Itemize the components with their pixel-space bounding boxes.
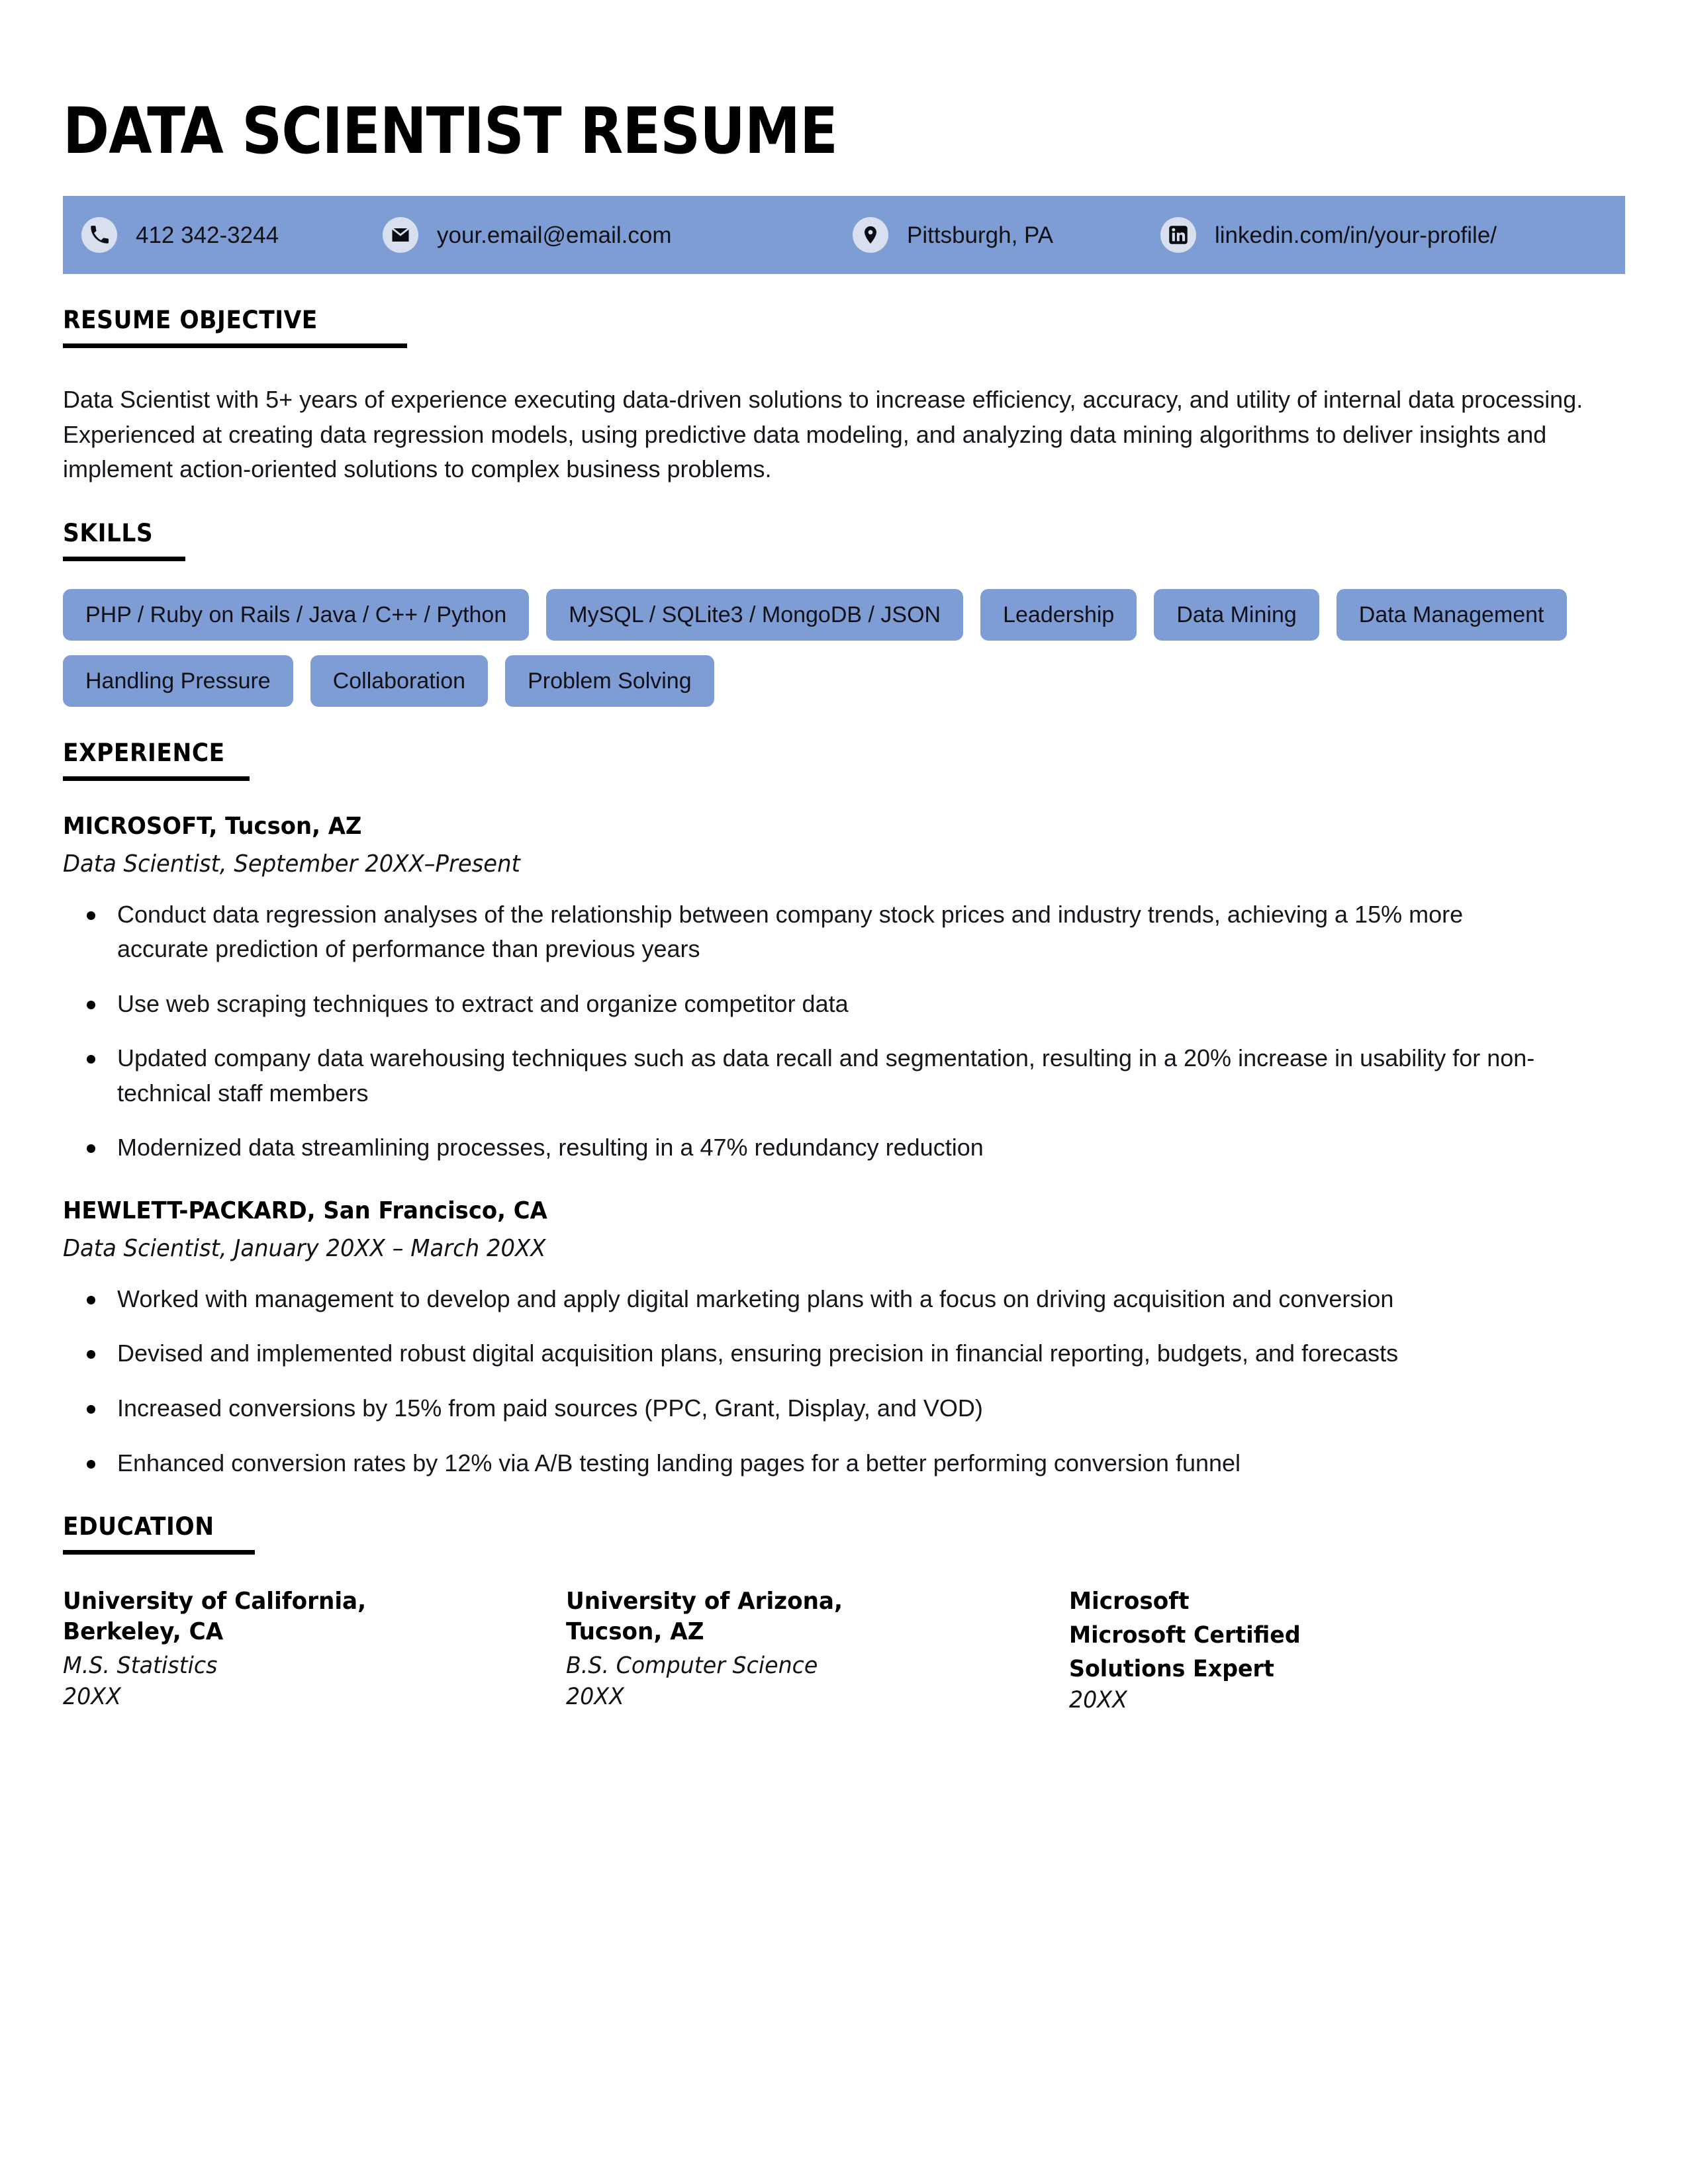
section-objective: RESUME OBJECTIVE Data Scientist with 5+ … xyxy=(63,306,1625,487)
contact-item-phone[interactable]: 412 342-3244 xyxy=(81,217,383,253)
envelope-icon xyxy=(383,217,418,253)
section-rule-experience xyxy=(63,776,250,781)
education-degree-line: Microsoft Certified xyxy=(1069,1622,1301,1649)
job-bullet-list: Conduct data regression analyses of the … xyxy=(63,897,1625,1165)
section-rule-skills xyxy=(63,556,185,561)
education-year: 20XX xyxy=(566,1684,624,1711)
section-heading-education: EDUCATION xyxy=(63,1512,214,1541)
education-degree-line: Solutions Expert xyxy=(1069,1655,1274,1682)
skills-tag-list: PHP / Ruby on Rails / Java / C++ / Pytho… xyxy=(63,588,1632,707)
contact-text-email: your.email@email.com xyxy=(437,222,672,248)
contact-item-email[interactable]: your.email@email.com xyxy=(383,217,853,253)
job-company: MICROSOFT, Tucson, AZ xyxy=(63,812,362,840)
map-pin-icon xyxy=(853,217,888,253)
education-entry: University of California, Berkeley, CA M… xyxy=(63,1586,566,1715)
education-school-line: University of California, xyxy=(63,1588,367,1615)
skill-tag: MySQL / SQLite3 / MongoDB / JSON xyxy=(546,588,964,641)
skill-tag: PHP / Ruby on Rails / Java / C++ / Pytho… xyxy=(63,588,530,641)
section-education: EDUCATION University of California, Berk… xyxy=(63,1512,1625,1715)
job-title-dates: Data Scientist, January 20XX – March 20X… xyxy=(63,1234,546,1262)
job-title-dates: Data Scientist, September 20XX–Present xyxy=(63,850,520,878)
contact-text-phone: 412 342-3244 xyxy=(136,222,279,248)
contact-bar: 412 342-3244 your.email@email.com Pittsb… xyxy=(63,196,1625,274)
education-school-line: University of Arizona, xyxy=(566,1588,843,1615)
resume-page: DATA SCIENTIST RESUME 412 342-3244 your.… xyxy=(0,0,1688,2184)
job-bullet: Conduct data regression analyses of the … xyxy=(63,897,1539,967)
section-heading-experience: EXPERIENCE xyxy=(63,738,225,767)
job-bullet: Modernized data streamlining processes, … xyxy=(63,1130,1539,1165)
contact-item-location[interactable]: Pittsburgh, PA xyxy=(853,217,1160,253)
section-heading-objective: RESUME OBJECTIVE xyxy=(63,306,318,334)
section-experience: EXPERIENCE MICROSOFT, Tucson, AZ Data Sc… xyxy=(63,739,1625,1480)
contact-text-linkedin: linkedin.com/in/your-profile/ xyxy=(1215,222,1497,248)
education-school-line: Tucson, AZ xyxy=(566,1618,704,1646)
skill-tag: Data Management xyxy=(1336,588,1567,641)
section-skills: SKILLS PHP / Ruby on Rails / Java / C++ … xyxy=(63,519,1625,707)
section-heading-skills: SKILLS xyxy=(63,518,154,547)
experience-entry: HEWLETT-PACKARD, San Francisco, CA Data … xyxy=(63,1197,1625,1480)
experience-entry: MICROSOFT, Tucson, AZ Data Scientist, Se… xyxy=(63,813,1625,1165)
section-rule-objective xyxy=(63,343,407,348)
job-bullet: Increased conversions by 15% from paid s… xyxy=(63,1391,1539,1426)
skill-tag: Leadership xyxy=(980,588,1137,641)
education-school-line: Berkeley, CA xyxy=(63,1618,224,1646)
education-school-line: Microsoft xyxy=(1069,1588,1190,1615)
section-rule-education xyxy=(63,1550,255,1555)
contact-item-linkedin[interactable]: linkedin.com/in/your-profile/ xyxy=(1160,217,1497,253)
job-bullet: Worked with management to develop and ap… xyxy=(63,1282,1539,1317)
job-bullet: Updated company data warehousing techniq… xyxy=(63,1041,1539,1111)
linkedin-icon xyxy=(1160,217,1196,253)
education-year: 20XX xyxy=(1069,1686,1127,1713)
skill-tag: Handling Pressure xyxy=(63,655,293,707)
objective-body: Data Scientist with 5+ years of experien… xyxy=(63,386,1583,483)
education-entry: Microsoft Microsoft Certified Solutions … xyxy=(1069,1586,1572,1715)
education-grid: University of California, Berkeley, CA M… xyxy=(63,1586,1625,1715)
education-year: 20XX xyxy=(63,1684,121,1711)
job-bullet: Enhanced conversion rates by 12% via A/B… xyxy=(63,1446,1539,1481)
contact-text-location: Pittsburgh, PA xyxy=(907,222,1054,248)
job-bullet-list: Worked with management to develop and ap… xyxy=(63,1282,1625,1480)
skill-tag: Collaboration xyxy=(310,655,489,707)
job-company: HEWLETT-PACKARD, San Francisco, CA xyxy=(63,1197,547,1224)
phone-icon xyxy=(81,217,117,253)
education-degree-line: B.S. Computer Science xyxy=(566,1653,818,1680)
education-entry: University of Arizona, Tucson, AZ B.S. C… xyxy=(566,1586,1069,1715)
skill-tag: Problem Solving xyxy=(505,655,714,707)
education-degree-line: M.S. Statistics xyxy=(63,1653,218,1680)
page-title: DATA SCIENTIST RESUME xyxy=(63,94,838,168)
skill-tag: Data Mining xyxy=(1154,588,1319,641)
job-bullet: Devised and implemented robust digital a… xyxy=(63,1336,1539,1371)
job-bullet: Use web scraping techniques to extract a… xyxy=(63,987,1539,1022)
